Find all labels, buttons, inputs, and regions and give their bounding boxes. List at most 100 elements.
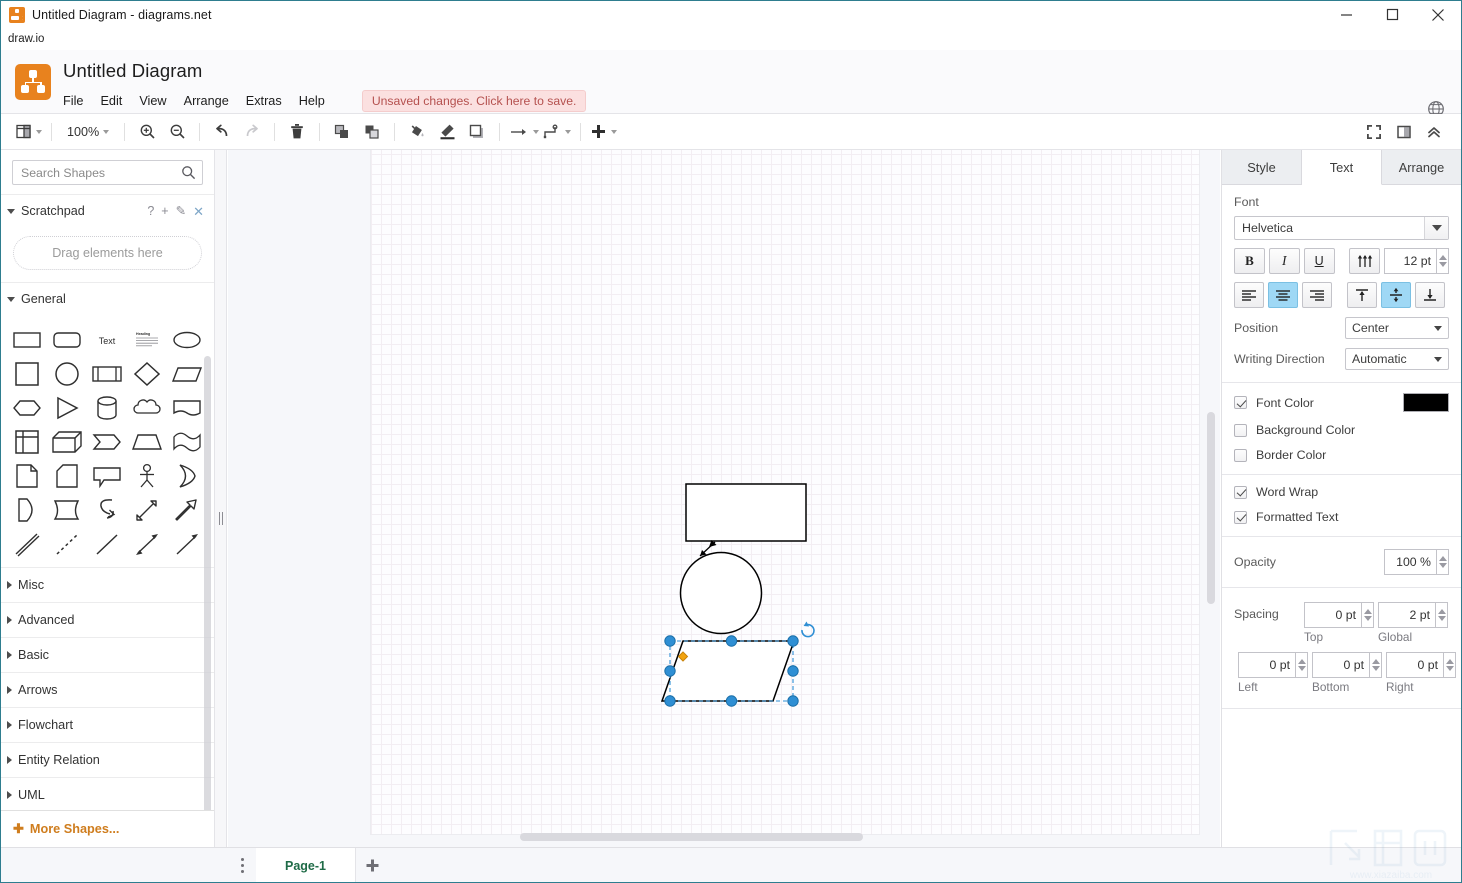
- shape-ellipse[interactable]: [169, 323, 205, 357]
- trash-icon[interactable]: [284, 119, 310, 145]
- shape-cloud[interactable]: [129, 391, 165, 425]
- help-icon[interactable]: ?: [147, 205, 154, 218]
- page-tab[interactable]: Page-1: [256, 848, 356, 882]
- connection-waypoint-icon[interactable]: [543, 119, 572, 145]
- align-left-icon[interactable]: [1234, 282, 1265, 308]
- opacity-input[interactable]: [1384, 549, 1436, 575]
- shape-curve[interactable]: [89, 493, 125, 527]
- plus-icon[interactable]: [590, 119, 618, 145]
- shape-square[interactable]: [9, 357, 45, 391]
- sidebar-item-basic[interactable]: Basic: [1, 637, 214, 672]
- spacing-left-input[interactable]: [1238, 652, 1295, 678]
- shape-data-storage[interactable]: [49, 493, 85, 527]
- spacing-bottom-stepper[interactable]: [1312, 652, 1382, 678]
- shape-line[interactable]: [89, 527, 125, 561]
- zoom-in-icon[interactable]: [134, 119, 160, 145]
- add-page-icon[interactable]: [356, 848, 388, 882]
- shape-note[interactable]: [9, 459, 45, 493]
- page-menu-icon[interactable]: [228, 848, 256, 882]
- font-family-select[interactable]: Helvetica: [1234, 216, 1449, 240]
- menu-extras[interactable]: Extras: [238, 92, 290, 110]
- align-top-icon[interactable]: [1346, 282, 1377, 308]
- shape-rectangle[interactable]: [9, 323, 45, 357]
- shape-document[interactable]: [169, 391, 205, 425]
- diagram-canvas[interactable]: [228, 150, 1220, 847]
- sidebar-item-flowchart[interactable]: Flowchart: [1, 707, 214, 742]
- font-color-checkbox[interactable]: [1234, 396, 1247, 409]
- undo-icon[interactable]: [209, 119, 235, 145]
- position-select[interactable]: Center: [1345, 317, 1449, 339]
- font-color-swatch[interactable]: [1403, 393, 1449, 412]
- spacing-top-spinner[interactable]: [1361, 602, 1374, 628]
- shape-double-line[interactable]: [9, 527, 45, 561]
- shape-bidirectional-arrow[interactable]: [129, 493, 165, 527]
- spacing-top-input[interactable]: [1304, 602, 1361, 628]
- shape-text[interactable]: Text: [89, 323, 125, 357]
- canvas-vertical-scrollbar[interactable]: [1207, 412, 1215, 604]
- shape-and[interactable]: [9, 493, 45, 527]
- scratchpad-dropzone[interactable]: Drag elements here: [13, 236, 202, 270]
- chevron-up-icon[interactable]: [1421, 119, 1447, 145]
- spacing-bottom-spinner[interactable]: [1369, 652, 1382, 678]
- canvas-horizontal-scrollbar[interactable]: [520, 833, 863, 841]
- background-color-checkbox[interactable]: [1234, 423, 1247, 437]
- spacing-right-spinner[interactable]: [1443, 652, 1456, 678]
- bring-to-front-icon[interactable]: [329, 119, 355, 145]
- shape-cylinder[interactable]: [89, 391, 125, 425]
- opacity-stepper[interactable]: [1384, 549, 1449, 575]
- general-section-header[interactable]: General: [1, 282, 214, 315]
- sidebar-item-misc[interactable]: Misc: [1, 567, 214, 602]
- scratchpad-section-header[interactable]: Scratchpad ? + ✎ ✕: [1, 194, 214, 227]
- shape-triangle[interactable]: [49, 391, 85, 425]
- connection-arrow-icon[interactable]: [509, 119, 540, 145]
- shape-callout[interactable]: [89, 459, 125, 493]
- sidebar-item-arrows[interactable]: Arrows: [1, 672, 214, 707]
- zoom-out-icon[interactable]: [164, 119, 190, 145]
- menu-edit[interactable]: Edit: [92, 92, 130, 110]
- shape-hexagon[interactable]: [9, 391, 45, 425]
- sidebar-splitter[interactable]: [215, 150, 227, 847]
- shape-textbox[interactable]: Heading: [129, 323, 165, 357]
- shadow-icon[interactable]: [464, 119, 490, 145]
- send-to-back-icon[interactable]: [359, 119, 385, 145]
- shape-internal-storage[interactable]: [9, 425, 45, 459]
- shape-card[interactable]: [49, 459, 85, 493]
- shape-dashed-line[interactable]: [49, 527, 85, 561]
- align-right-icon[interactable]: [1302, 282, 1333, 308]
- shape-cube[interactable]: [49, 425, 85, 459]
- spacing-global-input[interactable]: [1378, 602, 1435, 628]
- shape-trapezoid[interactable]: [129, 425, 165, 459]
- font-size-stepper[interactable]: [1384, 248, 1450, 274]
- fullscreen-icon[interactable]: [1361, 119, 1387, 145]
- italic-button[interactable]: I: [1268, 248, 1300, 274]
- tab-style[interactable]: Style: [1222, 150, 1302, 184]
- fill-color-icon[interactable]: [404, 119, 430, 145]
- spacing-right-stepper[interactable]: [1386, 652, 1456, 678]
- sidebar-item-uml[interactable]: UML: [1, 777, 214, 812]
- border-color-checkbox[interactable]: [1234, 448, 1247, 462]
- add-icon[interactable]: +: [161, 205, 168, 218]
- menu-file[interactable]: File: [63, 92, 91, 110]
- opacity-spinner[interactable]: [1436, 549, 1449, 575]
- shape-double-arrow[interactable]: [129, 527, 165, 561]
- shape-or[interactable]: [169, 459, 205, 493]
- rotate-handle-icon[interactable]: [801, 621, 815, 638]
- spacing-right-input[interactable]: [1386, 652, 1443, 678]
- format-panel-icon[interactable]: [1391, 119, 1417, 145]
- view-layout-icon[interactable]: [15, 119, 42, 145]
- sidebar-item-entity-relation[interactable]: Entity Relation: [1, 742, 214, 777]
- close-button[interactable]: [1415, 1, 1461, 28]
- underline-button[interactable]: U: [1303, 248, 1335, 274]
- parallelogram-shape[interactable]: [660, 640, 796, 702]
- shape-arrow[interactable]: [169, 493, 205, 527]
- sidebar-scrollbar[interactable]: [204, 356, 211, 847]
- vertical-text-icon[interactable]: [1349, 248, 1381, 274]
- shape-process[interactable]: [89, 357, 125, 391]
- ellipse-shape[interactable]: [679, 551, 763, 635]
- align-bottom-icon[interactable]: [1414, 282, 1445, 308]
- redo-icon[interactable]: [239, 119, 265, 145]
- shape-rounded-rectangle[interactable]: [49, 323, 85, 357]
- search-input[interactable]: [13, 161, 202, 184]
- font-size-spinner[interactable]: [1436, 248, 1450, 274]
- edit-icon[interactable]: ✎: [176, 205, 186, 218]
